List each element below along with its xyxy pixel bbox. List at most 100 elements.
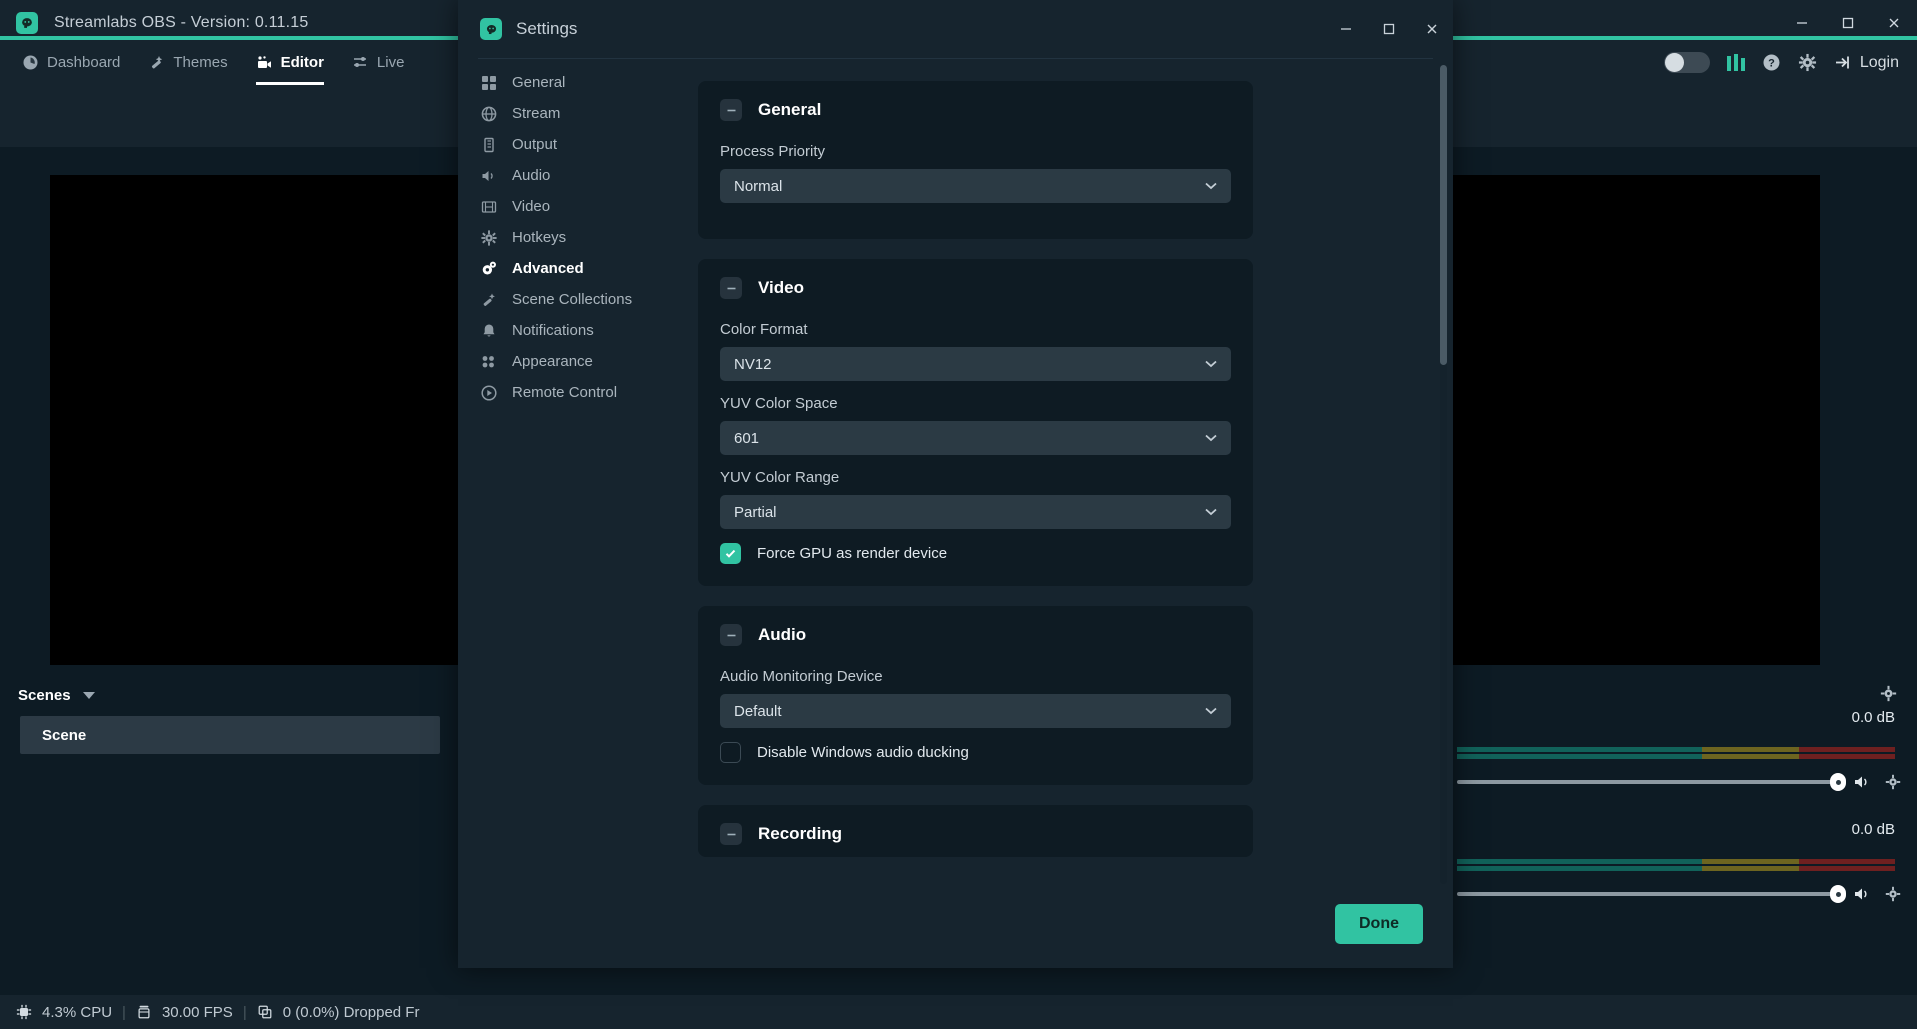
nav-item-live[interactable]: Live bbox=[338, 40, 419, 85]
speaker-icon[interactable] bbox=[1853, 773, 1871, 791]
night-mode-toggle[interactable] bbox=[1663, 52, 1710, 73]
settings-dialog: Settings General Stream Output Audio Vid… bbox=[458, 0, 1453, 968]
checkbox-row-disable-audio-ducking[interactable]: Disable Windows audio ducking bbox=[720, 742, 1231, 763]
select-yuv-color-space[interactable]: 601 bbox=[720, 421, 1231, 455]
sidebar-item-label: Audio bbox=[512, 167, 551, 184]
frames-value: 0 (0.0%) Dropped Fr bbox=[282, 1003, 420, 1021]
check-icon[interactable] bbox=[720, 543, 741, 564]
nav-item-themes[interactable]: Themes bbox=[134, 40, 241, 85]
close-icon[interactable] bbox=[1410, 0, 1453, 58]
grid-icon bbox=[480, 74, 498, 92]
select-color-format[interactable]: NV12 bbox=[720, 347, 1231, 381]
dialog-footer: Done bbox=[458, 890, 1453, 968]
gear-icon[interactable] bbox=[1798, 53, 1817, 72]
dialog-title: Settings bbox=[516, 19, 578, 38]
section-header[interactable]: General bbox=[720, 99, 1231, 121]
volume-meter-peak bbox=[1457, 754, 1895, 759]
sidebar-item-audio[interactable]: Audio bbox=[458, 160, 698, 191]
sidebar-item-output[interactable]: Output bbox=[458, 129, 698, 160]
field-label-yuv-color-space: YUV Color Space bbox=[720, 395, 838, 412]
channel-db: 0.0 dB bbox=[1851, 709, 1895, 726]
section-header[interactable]: Video bbox=[720, 277, 1231, 299]
field-label-color-format: Color Format bbox=[720, 321, 808, 338]
minus-icon[interactable] bbox=[720, 277, 742, 299]
select-process-priority[interactable]: Normal bbox=[720, 169, 1231, 203]
section-header[interactable]: Audio bbox=[720, 624, 1231, 646]
channel-db: 0.0 dB bbox=[1851, 821, 1895, 838]
sidebar-item-hotkeys[interactable]: Hotkeys bbox=[458, 222, 698, 253]
app-title: Streamlabs OBS - Version: 0.11.15 bbox=[54, 13, 309, 31]
sidebar-item-advanced[interactable]: Advanced bbox=[458, 253, 698, 284]
slider-knob[interactable] bbox=[1830, 773, 1846, 791]
field-label-audio-monitoring-device: Audio Monitoring Device bbox=[720, 668, 883, 685]
dashboard-icon bbox=[22, 54, 39, 71]
section-title: Recording bbox=[758, 824, 843, 843]
list-item[interactable]: Scene bbox=[20, 716, 440, 754]
volume-meter bbox=[1457, 859, 1895, 864]
field-label-process-priority: Process Priority bbox=[720, 143, 826, 160]
minus-icon[interactable] bbox=[720, 99, 742, 121]
gear-icon[interactable] bbox=[1885, 774, 1901, 790]
login-button[interactable]: Login bbox=[1834, 53, 1907, 72]
section-video: Video Color Format NV12 YUV Color Space … bbox=[698, 259, 1253, 586]
sidebar-item-general[interactable]: General bbox=[458, 67, 698, 98]
scrollbar-track[interactable] bbox=[1440, 65, 1447, 884]
mixer-channel: 0.0 dB bbox=[1457, 813, 1917, 915]
minimize-icon[interactable] bbox=[1324, 0, 1367, 58]
speaker-icon[interactable] bbox=[1853, 885, 1871, 903]
streamlabs-logo-icon bbox=[16, 11, 38, 34]
sidebar-item-label: Video bbox=[512, 198, 551, 215]
select-value: Partial bbox=[734, 503, 777, 521]
sidebar-item-appearance[interactable]: Appearance bbox=[458, 346, 698, 377]
sidebar-item-scene-collections[interactable]: Scene Collections bbox=[458, 284, 698, 315]
caret-down-icon[interactable] bbox=[82, 692, 95, 699]
sidebar-item-remote-control[interactable]: Remote Control bbox=[458, 377, 698, 408]
check-icon[interactable] bbox=[720, 742, 741, 763]
slider-knob[interactable] bbox=[1830, 885, 1846, 903]
select-value: Normal bbox=[734, 177, 783, 195]
play-circle-icon bbox=[480, 384, 498, 402]
chevron-down-icon bbox=[1205, 360, 1217, 368]
scenes-header[interactable]: Scenes bbox=[0, 675, 460, 716]
scenes-list-body[interactable] bbox=[20, 754, 440, 944]
select-yuv-color-range[interactable]: Partial bbox=[720, 495, 1231, 529]
sidebar-item-video[interactable]: Video bbox=[458, 191, 698, 222]
mixer-bars-icon[interactable] bbox=[1726, 54, 1745, 71]
done-button[interactable]: Done bbox=[1335, 904, 1423, 944]
gear-icon[interactable] bbox=[1880, 685, 1897, 702]
select-value: NV12 bbox=[734, 355, 772, 373]
scrollbar-thumb[interactable] bbox=[1440, 65, 1447, 365]
gear-icon[interactable] bbox=[1885, 886, 1901, 902]
appearance-dots-icon bbox=[480, 353, 498, 371]
help-circle-icon[interactable]: ? bbox=[1762, 53, 1781, 72]
dialog-body: General Stream Output Audio Video Hotkey… bbox=[458, 59, 1453, 890]
mixer-channel: 0.0 dB bbox=[1457, 701, 1917, 803]
sidebar-item-stream[interactable]: Stream bbox=[458, 98, 698, 129]
streamlabs-obs-window: Streamlabs OBS - Version: 0.11.15 Dashbo… bbox=[0, 0, 1917, 1029]
section-header[interactable]: Recording bbox=[720, 823, 1231, 845]
dialog-title-bar: Settings bbox=[458, 0, 1453, 58]
nav-item-dashboard[interactable]: Dashboard bbox=[8, 40, 134, 85]
checkbox-row-force-gpu[interactable]: Force GPU as render device bbox=[720, 543, 1231, 564]
sidebar-item-label: Remote Control bbox=[512, 384, 618, 401]
maximize-icon[interactable] bbox=[1367, 0, 1410, 58]
scenes-title: Scenes bbox=[18, 687, 71, 704]
divider: | bbox=[122, 1003, 126, 1021]
sidebar-item-notifications[interactable]: Notifications bbox=[458, 315, 698, 346]
dialog-window-controls bbox=[1324, 0, 1453, 58]
nav-item-editor[interactable]: Editor bbox=[242, 40, 338, 85]
live-sliders-icon bbox=[352, 54, 369, 71]
gear-icon bbox=[480, 229, 498, 247]
volume-slider[interactable] bbox=[1457, 773, 1846, 791]
globe-icon bbox=[480, 105, 498, 123]
chevron-down-icon bbox=[1205, 182, 1217, 190]
sidebar-item-label: General bbox=[512, 74, 566, 91]
minus-icon[interactable] bbox=[720, 624, 742, 646]
select-audio-monitoring-device[interactable]: Default bbox=[720, 694, 1231, 728]
volume-meter-peak bbox=[1457, 866, 1895, 871]
sidebar-item-label: Hotkeys bbox=[512, 229, 567, 246]
volume-slider[interactable] bbox=[1457, 885, 1846, 903]
minus-icon[interactable] bbox=[720, 823, 742, 845]
status-bar: 4.3% CPU | 30.00 FPS | 0 (0.0%) Dropped … bbox=[0, 995, 1917, 1029]
section-recording: Recording bbox=[698, 805, 1253, 857]
